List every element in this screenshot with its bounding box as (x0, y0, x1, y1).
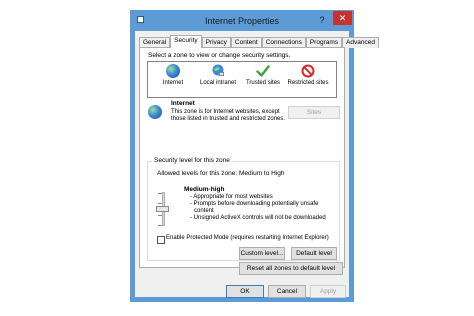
allowed-levels-text: Allowed levels for this zone: Medium to … (157, 170, 285, 177)
intranet-globe-icon (211, 64, 225, 78)
slider-tick (158, 203, 162, 204)
zone-label: Trusted sites (245, 80, 281, 86)
tab-advanced[interactable]: Advanced (342, 37, 379, 48)
security-level-slider-thumb[interactable] (156, 206, 169, 212)
prohibited-icon (301, 64, 315, 78)
level-point: - Prompts before downloading potentially… (190, 201, 319, 207)
zone-instruction: Select a zone to view or change security… (148, 52, 291, 59)
ok-button[interactable]: OK (226, 285, 264, 298)
zone-internet[interactable]: Internet (151, 64, 195, 87)
protected-mode-label[interactable]: Enable Protected Mode (requires restarti… (166, 235, 329, 241)
zone-list: Internet Local intranet Trusted sites Re… (147, 61, 337, 98)
zone-trusted-sites[interactable]: Trusted sites (241, 64, 285, 87)
reset-all-zones-button[interactable]: Reset all zones to default level (239, 262, 343, 275)
internet-properties-window: Internet Properties ? ✕ General Security… (130, 10, 379, 302)
security-level-group: Security level for this zone Allowed lev… (147, 157, 340, 261)
security-level-name: Medium-high (184, 186, 225, 193)
level-point: - Appropriate for most websites (190, 194, 273, 200)
protected-mode-checkbox[interactable] (157, 236, 165, 244)
selected-zone-title: Internet (171, 100, 195, 107)
zone-label: Local intranet (199, 80, 237, 86)
close-button[interactable]: ✕ (333, 11, 352, 25)
sites-button[interactable]: Sites (288, 106, 340, 119)
level-point: content (194, 208, 214, 214)
security-panel: Select a zone to view or change security… (139, 47, 345, 275)
tab-security[interactable]: Security (170, 35, 202, 48)
slider-tick (158, 215, 162, 216)
tab-strip: General Security Privacy Content Connect… (139, 35, 379, 48)
level-point: - Unsigned ActiveX controls will not be … (190, 215, 326, 221)
zone-label: Restricted sites (287, 80, 329, 86)
cancel-button[interactable]: Cancel (268, 285, 306, 298)
globe-icon (166, 64, 180, 78)
zone-label: Internet (162, 80, 184, 86)
security-level-group-label: Security level for this zone (152, 157, 232, 164)
zone-restricted-sites[interactable]: Restricted sites (286, 64, 330, 87)
zone-local-intranet[interactable]: Local intranet (196, 64, 240, 87)
apply-button[interactable]: Apply (310, 285, 346, 298)
checkmark-icon (256, 64, 270, 78)
slider-tick (158, 193, 162, 194)
help-button[interactable]: ? (316, 14, 328, 26)
dialog-client: General Security Privacy Content Connect… (135, 31, 379, 298)
custom-level-button[interactable]: Custom level... (239, 247, 285, 260)
selected-zone-globe-icon (148, 105, 162, 119)
title-bar[interactable]: Internet Properties ? ✕ (130, 10, 354, 30)
default-level-button[interactable]: Default level (291, 247, 337, 260)
slider-tick (158, 225, 162, 226)
security-level-description: - Appropriate for most websites - Prompt… (190, 194, 326, 222)
selected-zone-description: This zone is for Internet websites, exce… (171, 109, 286, 122)
